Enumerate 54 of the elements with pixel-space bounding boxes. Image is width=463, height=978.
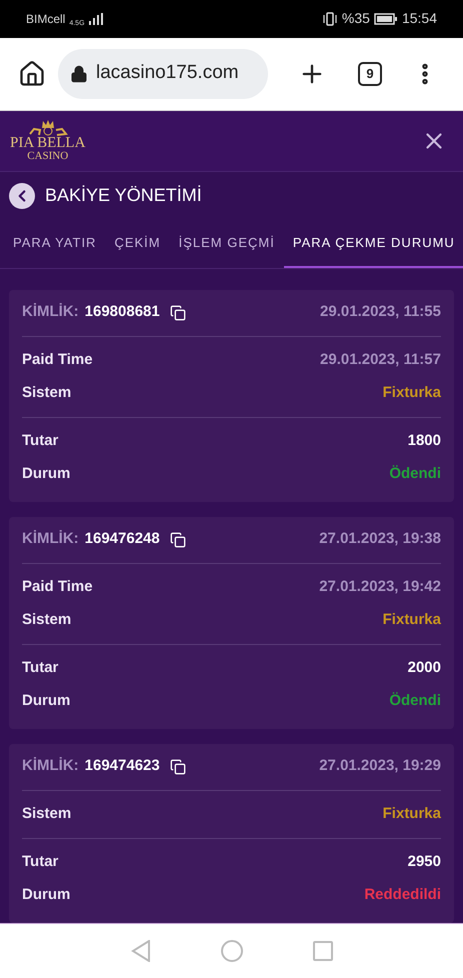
copy-icon[interactable] (170, 532, 186, 548)
tab-count-button[interactable]: 9 (358, 62, 382, 86)
status-value: Ödendi (389, 690, 441, 711)
field-label: Tutar (22, 658, 58, 678)
field-value: Fixturka (382, 610, 441, 630)
field-label: Paid Time (22, 576, 93, 597)
id-number: 169474623 (84, 756, 160, 776)
tab[interactable]: ÇEKİM (105, 219, 170, 268)
status-value: Reddedildi (364, 884, 441, 905)
field-value: Fixturka (382, 382, 441, 403)
lock-icon (70, 64, 88, 83)
copy-icon[interactable] (170, 304, 186, 321)
logo-subtitle: CASINO (27, 150, 68, 162)
id-label: KİMLİK: (22, 302, 79, 322)
field-label: Paid Time (22, 350, 93, 370)
crown-icon (28, 120, 68, 136)
id-number: 169808681 (84, 302, 160, 322)
field-value: 27.01.2023, 19:42 (319, 576, 441, 597)
battery-icon (374, 12, 398, 25)
carrier-name: BIMcell (26, 10, 66, 28)
address-bar[interactable]: lacasino175.com (58, 48, 268, 99)
signal-icon (88, 12, 103, 25)
tab[interactable]: İŞLEM GEÇMİ (170, 219, 284, 268)
field-label: Durum (22, 464, 70, 484)
logo-name: PIA BELLA (10, 136, 86, 151)
battery-percent: %35 (342, 9, 370, 28)
field-label: Sistem (22, 610, 72, 630)
vibrate-icon (322, 12, 338, 26)
field-label: Tutar (22, 430, 58, 451)
copy-icon[interactable] (170, 758, 186, 775)
field-value: 2950 (408, 852, 441, 872)
field-value: Fixturka (382, 804, 441, 824)
home-icon[interactable] (18, 60, 46, 88)
created-date: 27.01.2023, 19:29 (319, 756, 441, 776)
url-text: lacasino175.com (96, 61, 239, 86)
field-label: Sistem (22, 804, 72, 824)
id-label: KİMLİK: (22, 529, 79, 550)
status-value: Ödendi (389, 464, 441, 484)
id-label: KİMLİK: (22, 756, 79, 776)
field-value: 29.01.2023, 11:57 (320, 350, 441, 370)
field-label: Durum (22, 884, 70, 905)
field-label: Durum (22, 690, 70, 711)
clock: 15:54 (402, 9, 437, 28)
field-label: Tutar (22, 852, 58, 872)
created-date: 27.01.2023, 19:38 (319, 529, 441, 550)
field-label: Sistem (22, 382, 72, 403)
created-date: 29.01.2023, 11:55 (320, 302, 441, 322)
back-button[interactable] (9, 182, 35, 209)
tab[interactable]: PARA YATIR (4, 219, 106, 268)
field-value: 2000 (408, 658, 441, 678)
tab[interactable]: PARA ÇEKME DURUMU (284, 219, 463, 268)
id-number: 169476248 (84, 529, 160, 550)
page-title: BAKİYE YÖNETİMİ (45, 184, 202, 208)
field-value: 1800 (408, 430, 441, 451)
